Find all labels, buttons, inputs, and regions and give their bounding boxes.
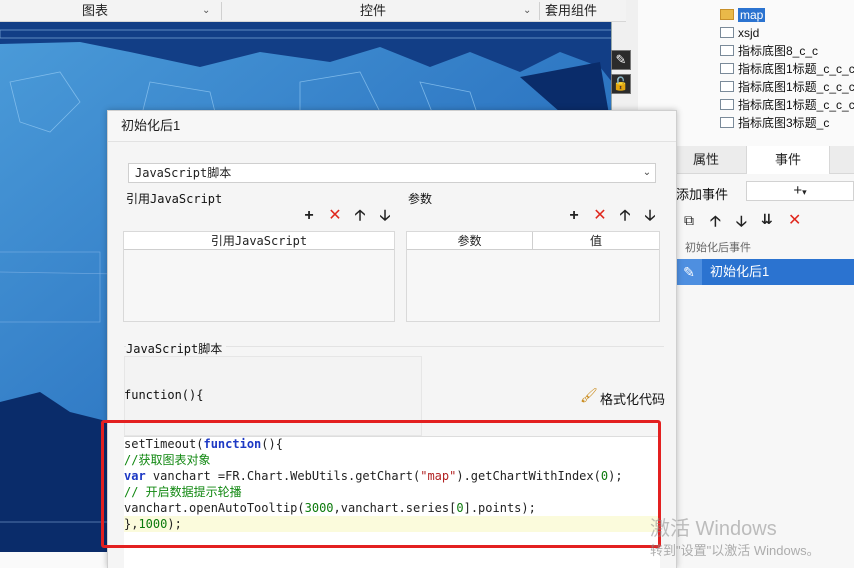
tree-item[interactable]: 指标底图3标题_c [720, 114, 829, 132]
add-icon[interactable]: + [565, 207, 583, 225]
delete-icon[interactable]: ✕ [591, 207, 609, 225]
arrow-down-icon[interactable]: 🡣 [641, 207, 659, 225]
function-label: function(){ [124, 388, 204, 402]
tree-item-label: 指标底图1标题_c_c_c [738, 80, 854, 94]
unlock-icon[interactable]: 🔓 [611, 74, 631, 94]
section-label: 初始化后事件 [685, 242, 751, 254]
param-header: 参数 [407, 232, 533, 250]
chart-menu-label[interactable]: 图表 [82, 0, 108, 22]
events-panel [676, 174, 854, 568]
ref-js-label: 引用JavaScript [126, 192, 223, 206]
widget-box-icon [720, 63, 734, 74]
tree-item-map[interactable]: map [720, 6, 766, 24]
tree-item-label: map [738, 8, 766, 22]
tree-item-label: 指标底图8_c_c [738, 44, 819, 58]
arrow-up-icon[interactable]: 🡡 [616, 207, 634, 225]
tree-item[interactable]: 指标底图1标题_c_c_c [720, 60, 854, 78]
params-label: 参数 [408, 192, 433, 206]
tree-item-label: 指标底图1标题_c_c_c [738, 98, 854, 112]
tree-item-label: 指标底图3标题_c [738, 116, 830, 130]
chevron-down-icon[interactable]: ⌄ [638, 163, 656, 183]
script-label: JavaScript脚本 [126, 340, 227, 357]
chevron-down-icon[interactable]: ⌄ [523, 0, 531, 22]
chevron-down-icon[interactable]: ⌄ [202, 0, 210, 22]
arrow-up-icon[interactable]: 🡡 [351, 207, 369, 225]
edit-icon: ✎ [676, 259, 702, 285]
add-event-dropdown[interactable]: +▾ [746, 181, 854, 201]
script-type-select[interactable]: JavaScript脚本 [128, 163, 656, 183]
arrow-down-icon[interactable]: 🡣 [376, 207, 394, 225]
widget-box-icon [720, 27, 734, 38]
delete-icon[interactable]: ✕ [326, 207, 344, 225]
tree-item[interactable]: 指标底图1标题_c_c_c [720, 78, 854, 96]
tree-item[interactable]: 指标底图1标题_c_c_c [720, 96, 854, 114]
arrow-down-icon[interactable]: 🡣 [736, 211, 747, 236]
copy-icon[interactable]: ⧉ [684, 212, 694, 229]
ref-js-header: 引用JavaScript [124, 232, 394, 250]
map-widget-icon [720, 9, 734, 20]
tab-events[interactable]: 事件 [746, 146, 830, 174]
tree-item[interactable]: 指标底图8_c_c [720, 42, 818, 60]
widget-box-icon [720, 81, 734, 92]
tree-item-label: xsjd [738, 26, 760, 40]
highlight-box [101, 420, 661, 548]
sort-icon[interactable]: ⇊ [761, 211, 773, 228]
toolbar-divider [221, 2, 222, 20]
activation-watermark-title: 激活 Windows [650, 518, 777, 540]
delete-icon[interactable]: ✕ [788, 210, 801, 230]
tab-properties[interactable]: 属性 [676, 146, 736, 174]
tree-item[interactable]: xsjd [720, 24, 759, 42]
event-item-label: 初始化后1 [710, 264, 770, 279]
add-event-label: 添加事件 [676, 187, 729, 202]
value-header: 值 [533, 232, 659, 250]
format-code-button[interactable]: 格式化代码 [600, 389, 665, 408]
widget-box-icon [720, 45, 734, 56]
dialog-title: 初始化后1 [108, 111, 676, 141]
activation-watermark-text: 转到"设置"以激活 Windows。 [650, 543, 820, 558]
select-value: JavaScript脚本 [135, 166, 232, 180]
toolbar-divider [539, 2, 540, 20]
components-menu-label[interactable]: 套用组件 [545, 0, 597, 22]
widget-box-icon [720, 99, 734, 110]
brush-icon: 🖌 [580, 387, 598, 403]
add-icon[interactable]: + [300, 207, 318, 225]
edit-icon[interactable]: ✎ [611, 50, 631, 70]
widget-box-icon [720, 117, 734, 128]
tree-item-label: 指标底图1标题_c_c_c [738, 62, 854, 76]
arrow-up-icon[interactable]: 🡡 [710, 211, 721, 236]
controls-menu-label[interactable]: 控件 [360, 0, 386, 22]
